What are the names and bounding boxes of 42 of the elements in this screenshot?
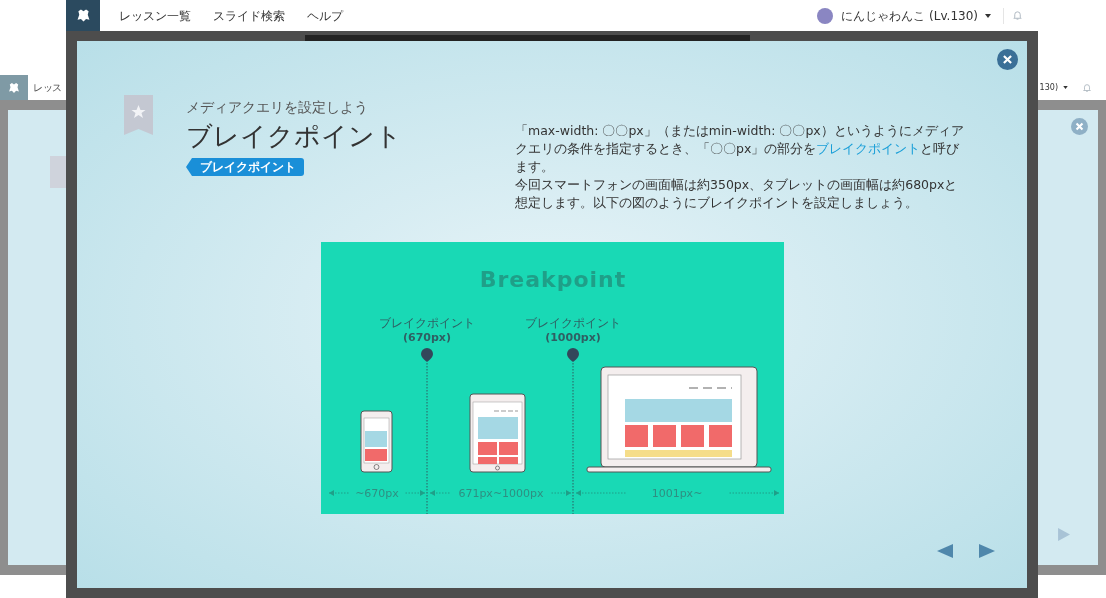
slide-description: 「max-width: 〇〇px」（またはmin-width: 〇〇px）というようにメディアクエリの条件を指定するとき、「〇〇px」の部分をブレイクポイント と呼びます。 今回スマートフォンの画面幅は約350px、タブレットの画面幅は約680pxと想定します。以下の図のようにブレイクポイントを設定しましょう。 — [515, 122, 965, 212]
bell-icon[interactable] — [1012, 10, 1023, 21]
close-button[interactable] — [997, 49, 1018, 70]
breakpoint-label: ブレイクポイント — [378, 316, 475, 330]
slide-title: ブレイクポイント — [186, 120, 402, 152]
range-arrow — [550, 490, 571, 496]
range-label: ~670px — [354, 487, 399, 500]
breakpoint-value: (1000px) — [544, 331, 601, 344]
breakpoint-label: ブレイクポイント — [524, 316, 621, 330]
nav-link[interactable]: スライド検索 — [213, 6, 285, 25]
previous-arrow-icon — [937, 544, 953, 558]
nav-link[interactable]: ヘルプ — [307, 6, 343, 25]
background-close-icon — [1071, 118, 1088, 135]
next-arrow-button[interactable] — [979, 544, 995, 558]
slide-subtitle: メディアクエリを設定しよう — [186, 98, 368, 116]
logo-tile[interactable] — [66, 0, 100, 31]
avatar — [817, 7, 834, 24]
caret-icon[interactable] — [985, 13, 991, 18]
user-name[interactable]: にんじゃわんこ (Lv.130) — [841, 6, 978, 25]
range-label: 671px~1000px — [457, 487, 544, 500]
nav-link[interactable]: レッスン一覧 — [119, 6, 191, 25]
smartphone-drawing — [360, 410, 392, 473]
topic-tag: ブレイクポイント — [186, 158, 304, 176]
breakpoint-value: (670px) — [402, 331, 451, 344]
ninja-logo-icon — [7, 80, 21, 95]
range-arrow — [328, 490, 349, 496]
background-user-name: 130) — [1039, 81, 1058, 94]
next-arrow-icon — [979, 544, 995, 558]
bell-icon[interactable] — [1082, 82, 1092, 93]
diagram-title: Breakpoint — [479, 267, 626, 292]
range-arrow — [429, 490, 450, 496]
previous-arrow-button[interactable] — [937, 544, 953, 558]
pin-icon — [420, 348, 433, 362]
bookmark-star-icon — [124, 95, 153, 135]
close-icon — [1003, 55, 1012, 64]
background-next-arrow-icon — [1057, 528, 1070, 541]
pin-icon — [566, 348, 579, 362]
background-caret-icon — [1063, 86, 1068, 89]
range-arrow — [404, 490, 425, 496]
range-arrow — [575, 490, 626, 496]
range-arrow — [728, 490, 779, 496]
range-label: 1001px~ — [651, 487, 702, 500]
